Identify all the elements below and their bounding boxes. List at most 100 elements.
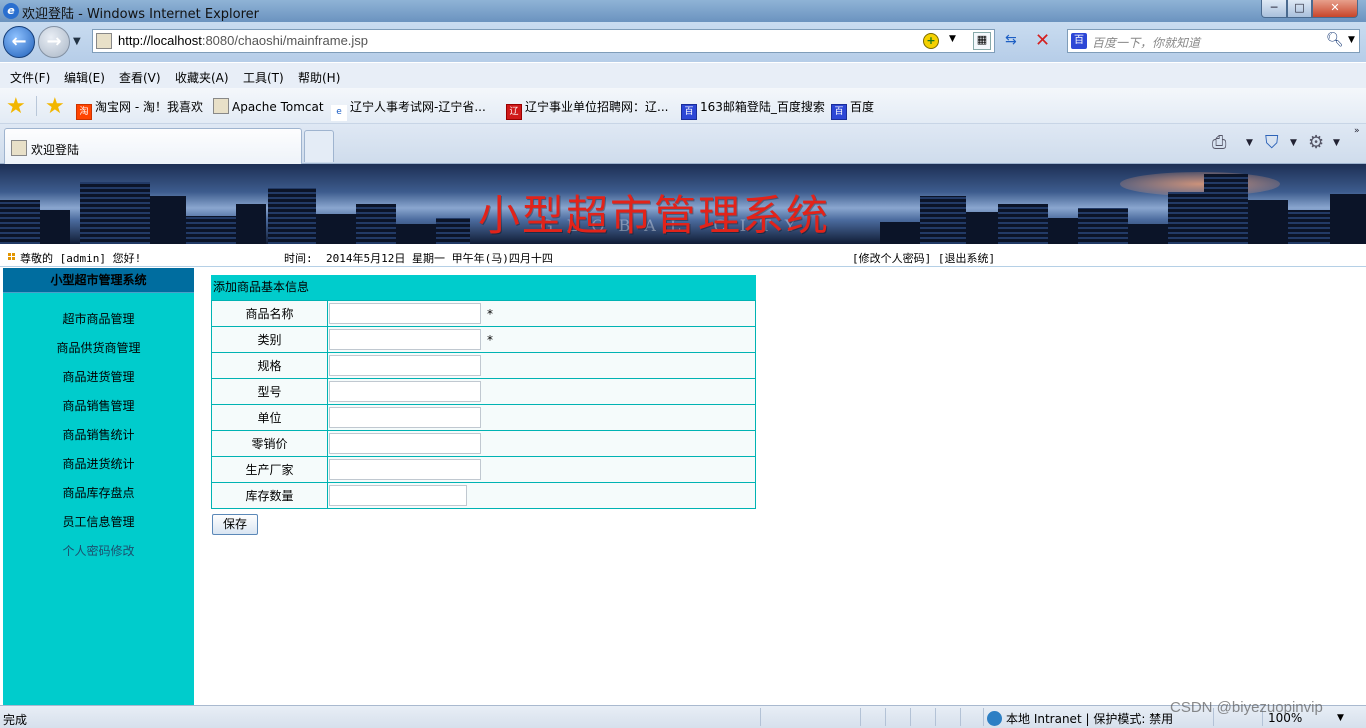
compat-page-icon[interactable]: ▦	[973, 32, 991, 50]
page-icon	[213, 98, 229, 114]
menu-help[interactable]: 帮助(H)	[298, 69, 340, 86]
back-button[interactable]: ←	[3, 26, 35, 58]
zoom-dropdown-icon[interactable]: ▼	[1337, 713, 1344, 723]
url-text[interactable]: http://localhost:8080/chaoshi/mainframe.…	[118, 33, 368, 48]
title-bar: e 欢迎登陆 - Windows Internet Explorer ─ □ ✕	[0, 0, 1366, 22]
user-info-bar: 尊敬的 [admin] 您好! 时间: 2014年5月12日 星期一 甲午年(马…	[0, 246, 1366, 267]
manufacturer-input[interactable]	[329, 459, 481, 480]
model-input[interactable]	[329, 381, 481, 402]
form-row: 单位	[211, 404, 756, 431]
field-label: 生产厂家	[211, 456, 328, 483]
building	[40, 210, 70, 244]
form-row: 库存数量	[211, 482, 756, 509]
greeting-text: 尊敬的 [admin] 您好!	[20, 252, 142, 265]
required-mark: *	[487, 332, 493, 347]
sidebar-item-purchases[interactable]: 商品进货管理	[3, 368, 194, 385]
close-window-button[interactable]: ✕	[1312, 0, 1358, 18]
compatibility-view-icon[interactable]: +	[923, 33, 939, 49]
save-button[interactable]: 保存	[212, 514, 258, 535]
maximize-button[interactable]: □	[1287, 0, 1312, 18]
chevron-more-icon[interactable]: »	[1354, 126, 1360, 136]
retail-price-input[interactable]	[329, 433, 481, 454]
sidebar-item-sales[interactable]: 商品销售管理	[3, 397, 194, 414]
field-label: 规格	[211, 352, 328, 379]
category-input[interactable]	[329, 329, 481, 350]
divider	[910, 708, 911, 726]
menu-edit[interactable]: 编辑(E)	[64, 69, 105, 86]
field-label: 商品名称	[211, 300, 328, 327]
fav-baidu[interactable]: 百百度	[831, 98, 874, 120]
stop-icon[interactable]: ✕	[1035, 30, 1050, 51]
tools-gear-icon[interactable]: ⚙	[1308, 132, 1324, 153]
building	[150, 196, 186, 244]
web-page: GLOBAL CITY 小型超市管理系统 尊敬的 [admin] 您好! 时间:…	[0, 164, 1366, 705]
ie-logo-icon: e	[3, 3, 19, 19]
minimize-button[interactable]: ─	[1261, 0, 1287, 18]
safety-shield-icon[interactable]: ⛉	[1265, 132, 1279, 153]
sidebar-item-suppliers[interactable]: 商品供货商管理	[3, 339, 194, 356]
field-label: 类别	[211, 326, 328, 353]
sidebar-item-purchase-stats[interactable]: 商品进货统计	[3, 455, 194, 472]
goods-name-input[interactable]	[329, 303, 481, 324]
sidebar-item-password[interactable]: 个人密码修改	[3, 542, 194, 559]
taobao-icon: 淘	[76, 104, 92, 120]
sidebar-item-goods[interactable]: 超市商品管理	[3, 310, 194, 327]
building	[998, 204, 1048, 244]
favorites-bar: ★ ★ 淘淘宝网 - 淘！我喜欢 Apache Tomcat e 辽宁人事考试网-…	[0, 88, 1366, 124]
fav-163-search[interactable]: 百 163邮箱登陆_百度搜索	[681, 98, 825, 120]
sidebar-item-inventory[interactable]: 商品库存盘点	[3, 484, 194, 501]
menu-favorites[interactable]: 收藏夹(A)	[175, 69, 229, 86]
window-title: 欢迎登陆 - Windows Internet Explorer	[22, 7, 259, 22]
building	[1330, 194, 1366, 244]
fav-liaoning-jobs[interactable]: 辽辽宁事业单位招聘网：辽...	[506, 98, 668, 120]
fav-liaoning-exam[interactable]: e 辽宁人事考试网-辽宁省...	[331, 98, 486, 121]
add-goods-form: 添加商品基本信息 商品名称 * 类别 * 规格 型号 单位 零销价 生产厂家 库…	[211, 275, 756, 509]
account-links[interactable]: [修改个人密码] [退出系统]	[852, 250, 995, 266]
print-icon[interactable]: ⎙	[1212, 132, 1226, 153]
recent-pages-dropdown-icon[interactable]: ▼	[73, 36, 81, 47]
building	[236, 204, 266, 244]
favorites-star-icon[interactable]: ★	[6, 94, 26, 119]
stock-quantity-input[interactable]	[329, 485, 467, 506]
baidu-paw-icon: 百	[681, 104, 697, 120]
search-icon[interactable]: 🔍︎	[1326, 32, 1344, 48]
bullet-icon	[8, 253, 15, 260]
print-dropdown-icon[interactable]: ▼	[1246, 138, 1253, 148]
security-zone[interactable]: 本地 Intranet | 保护模式: 禁用	[987, 710, 1173, 727]
new-tab-button[interactable]	[304, 130, 334, 162]
fav-tomcat[interactable]: Apache Tomcat	[213, 98, 324, 114]
search-box[interactable]: 百 百度一下，你就知道 🔍︎ ▼	[1067, 29, 1360, 53]
sidebar-item-employees[interactable]: 员工信息管理	[3, 513, 194, 530]
add-favorite-icon[interactable]: ★	[45, 94, 65, 119]
search-options-dropdown-icon[interactable]: ▼	[1348, 35, 1355, 45]
form-row: 商品名称 *	[211, 300, 756, 327]
tab-welcome[interactable]: 欢迎登陆	[4, 128, 302, 164]
page-favicon-icon	[11, 140, 27, 156]
sidebar-item-sales-stats[interactable]: 商品销售统计	[3, 426, 194, 443]
search-placeholder[interactable]: 百度一下，你就知道	[1092, 34, 1200, 51]
safety-dropdown-icon[interactable]: ▼	[1290, 138, 1297, 148]
form-table: 商品名称 * 类别 * 规格 型号 单位 零销价 生产厂家 库存数量	[211, 300, 756, 509]
refresh-icon[interactable]: ⇆	[1005, 32, 1017, 48]
form-title: 添加商品基本信息	[211, 275, 756, 300]
building	[880, 222, 920, 244]
divider	[760, 708, 761, 726]
field-label: 型号	[211, 378, 328, 405]
menu-tools[interactable]: 工具(T)	[243, 69, 284, 86]
sidebar: 小型超市管理系统 超市商品管理 商品供货商管理 商品进货管理 商品销售管理 商品…	[3, 268, 194, 705]
fav-taobao[interactable]: 淘淘宝网 - 淘！我喜欢	[76, 98, 203, 120]
building	[316, 214, 356, 244]
building	[356, 204, 396, 244]
baidu-paw-icon: 百	[1071, 33, 1087, 49]
address-dropdown-icon[interactable]: ▼	[949, 34, 956, 44]
menu-file[interactable]: 文件(F)	[10, 69, 50, 86]
spec-input[interactable]	[329, 355, 481, 376]
unit-input[interactable]	[329, 407, 481, 428]
address-bar[interactable]: http://localhost:8080/chaoshi/mainframe.…	[92, 29, 1050, 53]
forward-button[interactable]: →	[38, 26, 70, 58]
building	[966, 212, 998, 244]
divider	[935, 708, 936, 726]
menu-view[interactable]: 查看(V)	[119, 69, 161, 86]
tools-dropdown-icon[interactable]: ▼	[1333, 138, 1340, 148]
system-title: 小型超市管理系统	[478, 191, 831, 240]
